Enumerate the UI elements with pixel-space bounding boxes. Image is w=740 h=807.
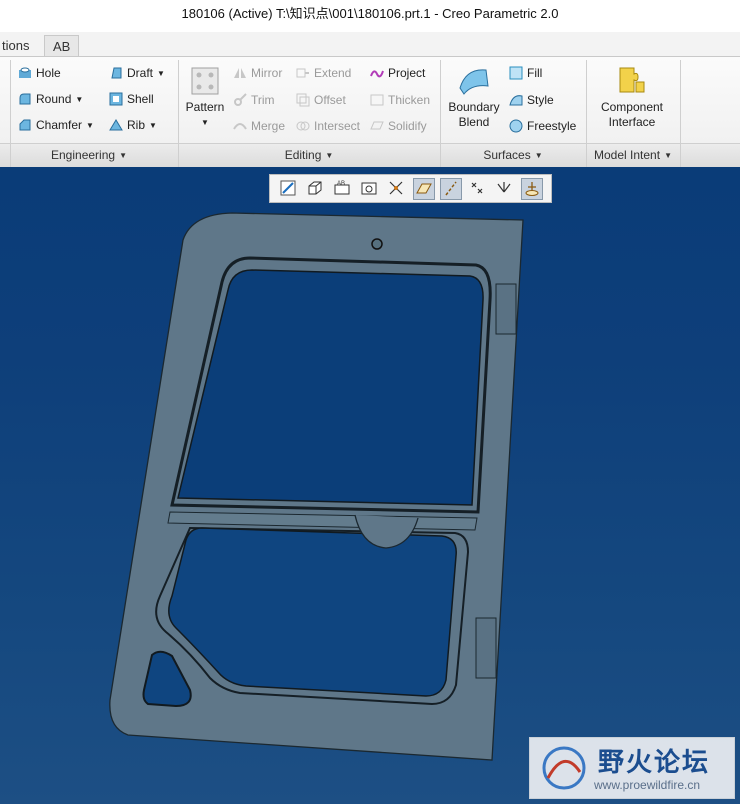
shell-button[interactable]: Shell — [109, 89, 154, 109]
plane-display-icon — [416, 183, 432, 194]
side-tab — [475, 617, 497, 679]
refit-icon — [280, 180, 296, 196]
chevron-down-icon[interactable]: ▼ — [183, 115, 227, 130]
style-button[interactable]: Style — [509, 90, 554, 110]
trim-icon — [234, 93, 247, 106]
watermark-url: www.proewildfire.cn — [594, 778, 701, 792]
chevron-down-icon[interactable]: ▼ — [149, 121, 157, 130]
saved-orientations-button[interactable] — [305, 178, 327, 200]
component-interface-icon — [619, 67, 645, 93]
round-icon — [19, 93, 31, 105]
view-toolbar: AB — [269, 174, 552, 203]
hole-button[interactable]: Hole — [18, 63, 61, 83]
window-title: 180106 (Active) T:\知识点\001\180106.prt.1 … — [181, 6, 559, 21]
side-tab — [495, 283, 517, 335]
refit-button[interactable] — [278, 178, 300, 200]
point-display-icon — [471, 182, 483, 194]
tab-ab[interactable]: AB — [44, 35, 80, 56]
saved-orientations-icon — [308, 181, 322, 195]
solidify-button[interactable]: Solidify — [370, 116, 427, 136]
draft-icon — [111, 67, 122, 79]
hole-icon — [19, 67, 31, 78]
svg-text:AB: AB — [337, 181, 345, 187]
chevron-down-icon: ▼ — [119, 151, 127, 160]
component-interface-button[interactable]: Component Interface — [596, 64, 668, 130]
chamfer-button[interactable]: Chamfer ▼ — [18, 115, 94, 135]
offset-icon — [296, 93, 310, 107]
forum-watermark: 野火论坛 www.proewildfire.cn — [529, 737, 735, 799]
pattern-button[interactable]: Pattern ▼ — [183, 66, 227, 130]
spin-center-toggle[interactable] — [521, 178, 543, 200]
editing-group-label[interactable]: Editing ▼ — [178, 143, 440, 167]
mount-hole — [371, 238, 383, 250]
group-divider — [10, 60, 11, 167]
group-divider — [440, 60, 441, 167]
rib-button[interactable]: Rib ▼ — [109, 115, 157, 135]
plane-display-toggle[interactable] — [413, 178, 435, 200]
csys-display-icon — [497, 182, 511, 193]
chevron-down-icon: ▼ — [325, 151, 334, 160]
intersect-button[interactable]: Intersect — [296, 116, 360, 136]
fill-button[interactable]: Fill — [509, 63, 542, 83]
shell-icon — [109, 92, 123, 106]
point-display-button[interactable] — [467, 178, 489, 200]
project-icon — [370, 70, 384, 78]
graphics-viewport[interactable] — [0, 167, 740, 804]
watermark-title: 野火论坛 — [598, 747, 711, 777]
pattern-icon — [191, 67, 219, 95]
style-icon — [509, 95, 523, 106]
model-intent-group-label[interactable]: Model Intent ▼ — [586, 143, 680, 167]
rib-icon — [109, 119, 123, 131]
trim-button[interactable]: Trim — [233, 90, 275, 110]
mirror-icon — [234, 68, 246, 78]
chevron-down-icon[interactable]: ▼ — [75, 95, 83, 104]
forum-logo-icon — [542, 746, 586, 790]
ribbon-tab-row: tions AB — [0, 32, 740, 57]
merge-button[interactable]: Merge — [233, 116, 285, 136]
fill-icon — [509, 66, 523, 80]
named-views-icon — [361, 182, 377, 195]
chevron-down-icon[interactable]: ▼ — [86, 121, 94, 130]
mirror-button[interactable]: Mirror — [233, 63, 282, 83]
axis-display-toggle[interactable] — [440, 178, 462, 200]
round-button[interactable]: Round ▼ — [18, 89, 83, 109]
engineering-group-label[interactable]: Engineering ▼ — [0, 143, 178, 167]
freestyle-icon — [509, 119, 523, 133]
group-label-filler — [680, 143, 740, 167]
datum-display-icon — [389, 181, 403, 195]
csys-display-button[interactable] — [494, 178, 516, 200]
named-views-button[interactable] — [359, 178, 381, 200]
boundary-blend-icon — [459, 69, 489, 95]
window-title-bar: 180106 (Active) T:\知识点\001\180106.prt.1 … — [0, 0, 740, 32]
boundary-blend-button[interactable]: Boundary Blend — [446, 64, 502, 130]
annotation-display-button[interactable]: AB — [332, 178, 354, 200]
extend-icon — [296, 68, 309, 78]
annotation-display-icon: AB — [334, 181, 350, 195]
chamfer-icon — [19, 119, 31, 131]
merge-icon — [233, 123, 247, 130]
chevron-down-icon[interactable]: ▼ — [157, 69, 165, 78]
freestyle-button[interactable]: Freestyle — [509, 116, 576, 136]
offset-button[interactable]: Offset — [296, 90, 346, 110]
group-divider — [680, 60, 681, 167]
chevron-down-icon: ▼ — [534, 151, 543, 160]
model-part[interactable] — [0, 167, 740, 804]
group-divider — [178, 60, 179, 167]
intersect-icon — [296, 121, 310, 131]
chevron-down-icon: ▼ — [664, 151, 672, 160]
datum-display-button[interactable] — [386, 178, 408, 200]
tab-operations[interactable]: tions — [0, 35, 37, 56]
thicken-icon — [370, 94, 384, 106]
spin-center-icon — [525, 182, 539, 196]
group-divider — [586, 60, 587, 167]
solidify-icon — [370, 121, 384, 130]
extend-button[interactable]: Extend — [296, 63, 351, 83]
axis-display-icon — [445, 181, 457, 196]
surfaces-group-label[interactable]: Surfaces ▼ — [440, 143, 586, 167]
thicken-button[interactable]: Thicken — [370, 90, 430, 110]
project-button[interactable]: Project — [370, 63, 425, 83]
draft-button[interactable]: Draft ▼ — [109, 63, 165, 83]
window-opening — [177, 269, 484, 506]
